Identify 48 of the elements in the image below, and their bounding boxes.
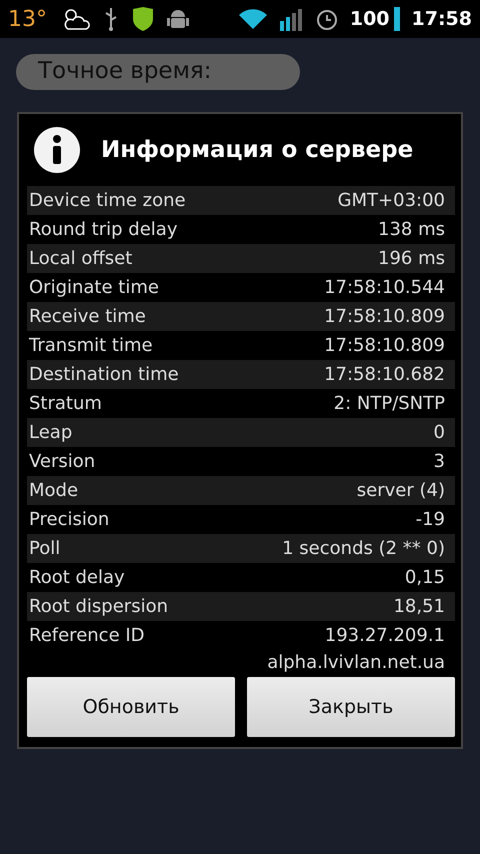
dialog-button[interactable]: Закрыть	[247, 677, 455, 737]
temperature-text: 13°	[8, 6, 47, 32]
dialog-button[interactable]: Обновить	[27, 677, 235, 737]
row-value: 0,15	[404, 567, 445, 588]
row-label: Root delay	[29, 567, 125, 588]
row-value: -19	[416, 509, 445, 530]
row-value: 18,51	[393, 596, 445, 617]
row-label: Transmit time	[29, 335, 153, 356]
row-label: Mode	[29, 480, 78, 501]
row-value: 3	[434, 451, 445, 472]
row-value: GMT+03:00	[338, 190, 445, 211]
row-value: 0	[434, 422, 445, 443]
row-label: Round trip delay	[29, 219, 178, 240]
battery-level-text: 100	[350, 8, 390, 30]
row-label: Originate time	[29, 277, 159, 298]
alarm-clock-icon	[316, 7, 338, 31]
row-value: 17:58:10.682	[324, 364, 445, 385]
row-value: server (4)	[356, 480, 445, 501]
server-host: alpha.lvivlan.net.ua	[267, 651, 446, 675]
row-value: 196 ms	[378, 248, 445, 269]
row-label: Version	[29, 451, 96, 472]
row-value: 1 seconds (2 ** 0)	[282, 538, 445, 559]
dialog-title: Информация о сервере	[101, 137, 414, 163]
row-value: 193.27.209.1	[324, 625, 445, 646]
android-icon	[167, 7, 189, 31]
row-value: 138 ms	[378, 219, 445, 240]
row-value: 17:58:10.809	[324, 335, 445, 356]
section-label: Точное время:	[16, 54, 300, 90]
row-label: Root dispersion	[29, 596, 168, 617]
row-value: 2: NTP/SNTP	[334, 393, 445, 414]
row-label: Stratum	[29, 393, 102, 414]
row-label: Leap	[29, 422, 72, 443]
row-value: 17:58:10.544	[324, 277, 445, 298]
shield-icon	[131, 6, 155, 32]
row-label: Poll	[29, 538, 60, 559]
usb-icon	[103, 6, 119, 32]
row-label: Device time zone	[29, 190, 186, 211]
row-label: Reference ID	[29, 625, 145, 646]
row-label: Local offset	[29, 248, 132, 269]
wifi-icon	[238, 7, 268, 31]
battery-icon	[394, 7, 400, 31]
row-label: Receive time	[29, 306, 146, 327]
row-label: Precision	[29, 509, 110, 530]
row-label: Destination time	[29, 364, 179, 385]
clock-time: 17:58	[412, 8, 472, 30]
info-icon	[33, 126, 81, 174]
signal-icon	[280, 7, 304, 31]
row-value: 17:58:10.809	[324, 306, 445, 327]
